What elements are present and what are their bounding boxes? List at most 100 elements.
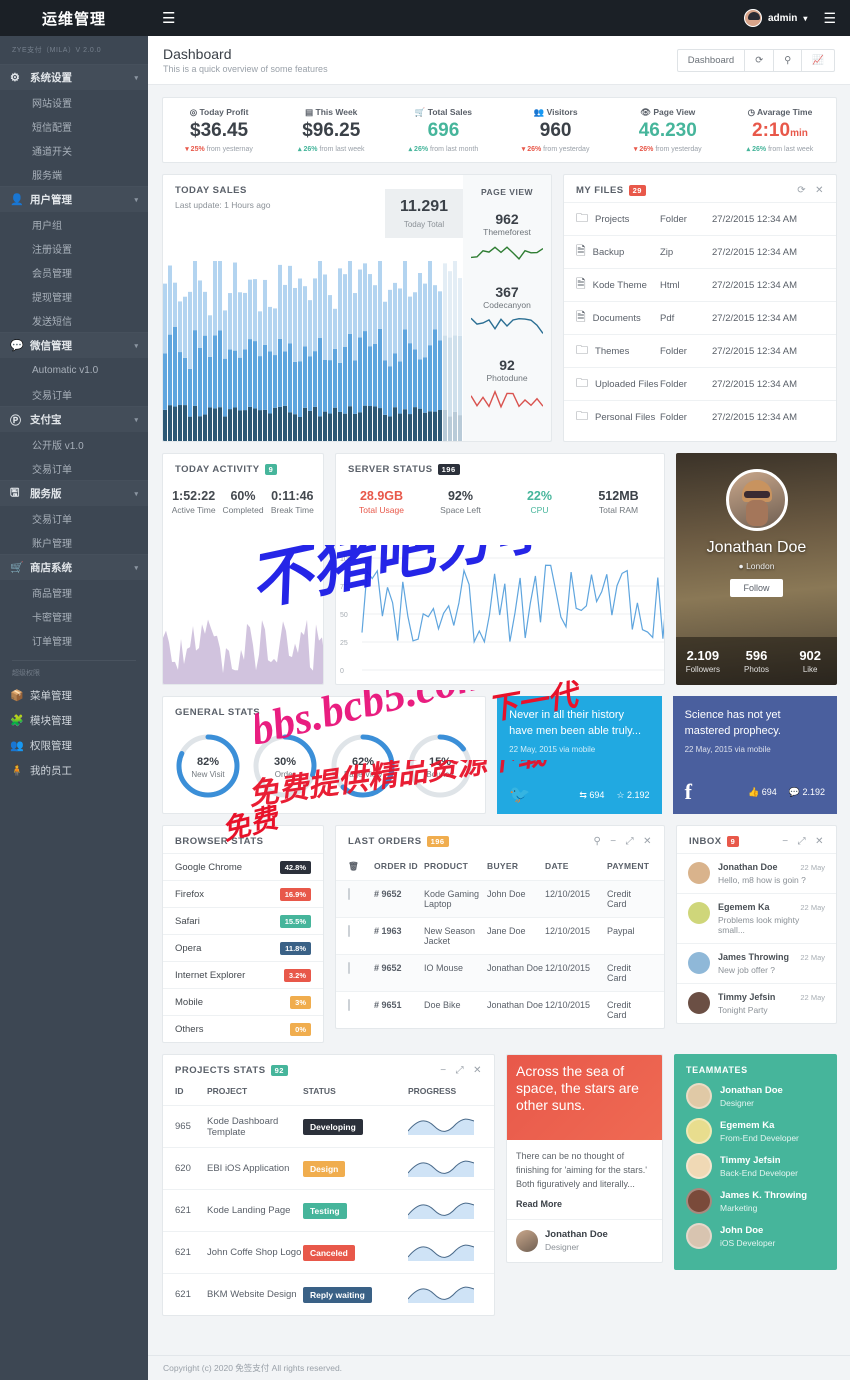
sidebar-subitem-0-3[interactable]: 服务端 — [0, 162, 148, 186]
sidebar-item-0[interactable]: ⚙ 系统设置 ▾ — [0, 65, 148, 90]
sidebar-subitem-1-4[interactable]: 发送短信 — [0, 308, 148, 332]
sidebar-subitem-2-0[interactable]: Automatic v1.0 — [0, 358, 148, 382]
progress-sparkline — [407, 1286, 475, 1304]
sidebar-subitem-0-0[interactable]: 网站设置 — [0, 90, 148, 114]
sidebar-item-extra-3[interactable]: 🧍 我的员工 — [0, 758, 148, 783]
teammate-row[interactable]: Jonathan Doe Designer — [686, 1083, 825, 1109]
sidebar-subitem-1-3[interactable]: 提现管理 — [0, 284, 148, 308]
trash-icon[interactable]: 🗑 — [348, 861, 374, 872]
teammate-row[interactable]: Egemem Ka From-End Developer — [686, 1118, 825, 1144]
sidebar-subitem-1-1[interactable]: 注册设置 — [0, 236, 148, 260]
file-name-cell: 🗀 Themes — [576, 341, 660, 362]
browser-row[interactable]: Opera 11.8% — [163, 934, 323, 961]
table-row[interactable]: 621 John Coffe Shop Logo Canceled — [163, 1231, 494, 1273]
article-headline: Across the sea of space, the stars are o… — [516, 1063, 639, 1113]
sidebar-subitem-4-0[interactable]: 交易订单 — [0, 506, 148, 530]
inbox-row[interactable]: Egemem Ka 22 May Problems look mighty smal… — [677, 893, 836, 943]
sidebar-subitem-3-0[interactable]: 公开版 v1.0 — [0, 432, 148, 456]
sidebar-subitem-2-1[interactable]: 交易订单 — [0, 382, 148, 406]
browser-row[interactable]: Others 0% — [163, 1015, 323, 1042]
browser-row[interactable]: Safari 15.5% — [163, 907, 323, 934]
panel-toggle-icon[interactable]: ☰ — [823, 10, 836, 27]
sidebar-subitem-5-1[interactable]: 卡密管理 — [0, 604, 148, 628]
table-row[interactable]: # 9652 IO Mouse Jonathan Doe 12/10/2015 Cred… — [336, 954, 664, 992]
file-row[interactable]: 🗀 Projects Folder 27/2/2015 12:34 AM — [564, 202, 836, 235]
close-icon[interactable]: ✕ — [815, 836, 824, 847]
dashboard-button[interactable]: Dashboard — [678, 49, 746, 71]
sidebar-subitem-1-0[interactable]: 用户组 — [0, 212, 148, 236]
file-row[interactable]: 🗀 Personal Files Folder 27/2/2015 12:34 AM — [564, 400, 836, 433]
expand-icon[interactable]: ⤢ — [626, 836, 635, 847]
profile-stat-2: 902 Like — [783, 648, 837, 674]
refresh-icon[interactable]: ⟳ — [797, 185, 806, 196]
inbox-row[interactable]: Timmy Jefsin 22 May Tonight Party — [677, 983, 836, 1023]
group-icon: 👥 — [10, 740, 24, 752]
browser-pct: 15.5% — [279, 914, 311, 928]
teammate-row[interactable]: Timmy Jefsin Back-End Developer — [686, 1153, 825, 1179]
sidebar-subitem-1-2[interactable]: 会员管理 — [0, 260, 148, 284]
table-row[interactable]: 621 Kode Landing Page Testing — [163, 1189, 494, 1231]
sidebar-item-1[interactable]: 👤 用户管理 ▾ — [0, 187, 148, 212]
teammate-text: Jonathan Doe Designer — [720, 1085, 783, 1108]
inbox-row[interactable]: James Throwing 22 May New job offer ? — [677, 943, 836, 983]
file-row[interactable]: 🗀 Themes Folder 27/2/2015 12:34 AM — [564, 334, 836, 367]
status-badge: Developing — [303, 1118, 363, 1135]
file-row[interactable]: 🗎 Kode Theme Html 27/2/2015 12:34 AM — [564, 268, 836, 301]
sidebar-subitem-5-0[interactable]: 商品管理 — [0, 580, 148, 604]
search-icon[interactable]: ⚲ — [593, 836, 601, 847]
expand-icon[interactable]: ⤢ — [798, 836, 807, 847]
table-row[interactable]: 620 EBI iOS Application Design — [163, 1147, 494, 1189]
sidebar-subitem-0-2[interactable]: 通道开关 — [0, 138, 148, 162]
table-row[interactable]: # 9652 Kode Gaming Laptop John Doe 12/10/20… — [336, 880, 664, 918]
user-menu[interactable]: admin ▾ — [743, 9, 807, 27]
search-icon[interactable]: ⚲ — [774, 49, 803, 71]
close-icon[interactable]: ✕ — [815, 185, 824, 196]
order-checkbox[interactable] — [348, 999, 350, 1012]
svg-text:82%: 82% — [197, 756, 219, 768]
minimize-icon[interactable]: − — [610, 836, 616, 847]
follow-button[interactable]: Follow — [730, 579, 783, 597]
close-icon[interactable]: ✕ — [473, 1065, 482, 1076]
minimize-icon[interactable]: − — [782, 836, 788, 847]
activity-metric-2: 0:11:46 Break Time — [268, 489, 317, 515]
file-row[interactable]: 🗎 Documents Pdf 27/2/2015 12:34 AM — [564, 301, 836, 334]
sidebar-item-5[interactable]: 🛒 商店系统 ▾ — [0, 555, 148, 580]
order-checkbox[interactable] — [348, 962, 350, 975]
hamburger-icon[interactable]: ☰ — [162, 9, 175, 27]
sidebar-item-extra-0[interactable]: 📦 菜单管理 — [0, 683, 148, 708]
file-row[interactable]: 🗎 Backup Zip 27/2/2015 12:34 AM — [564, 235, 836, 268]
table-row[interactable]: 965 Kode Dashboard Template Developing — [163, 1105, 494, 1147]
sidebar-item-2[interactable]: 💬 微信管理 ▾ — [0, 333, 148, 358]
file-row[interactable]: 🗀 Uploaded Files Folder 27/2/2015 12:34 AM — [564, 367, 836, 400]
teammate-row[interactable]: John Doe iOS Developer — [686, 1223, 825, 1249]
inbox-row[interactable]: Jonathan Doe 22 May Hello, m8 how is goin … — [677, 853, 836, 893]
sidebar-item-4[interactable]: 🖫 服务版 ▾ — [0, 481, 148, 506]
sidebar-subitem-5-2[interactable]: 订单管理 — [0, 628, 148, 652]
project-progress-cell — [407, 1115, 482, 1138]
sidebar-subitem-4-1[interactable]: 账户管理 — [0, 530, 148, 554]
server-metric-value: 22% — [526, 489, 553, 504]
teammate-row[interactable]: James K. Throwing Marketing — [686, 1188, 825, 1214]
browser-row[interactable]: Google Chrome 42.8% — [163, 853, 323, 880]
table-row[interactable]: 621 BKM Website Design Reply waiting — [163, 1273, 494, 1315]
order-checkbox[interactable] — [348, 888, 350, 901]
sidebar-subitem-0-1[interactable]: 短信配置 — [0, 114, 148, 138]
table-row[interactable]: # 9651 Doe Bike Jonathan Doe 12/10/2015 Cred… — [336, 991, 664, 1028]
sidebar-item-3[interactable]: Ⓟ 支付宝 ▾ — [0, 407, 148, 432]
read-more-link[interactable]: Read More — [516, 1199, 653, 1209]
expand-icon[interactable]: ⤢ — [456, 1065, 465, 1076]
browser-row[interactable]: Internet Explorer 3.2% — [163, 961, 323, 988]
cart-icon: 🛒 — [10, 562, 24, 574]
sidebar-item-extra-1[interactable]: 🧩 模块管理 — [0, 708, 148, 733]
table-row[interactable]: # 1963 New Season Jacket Jane Doe 12/10/201… — [336, 917, 664, 954]
sidebar-item-extra-2[interactable]: 👥 权限管理 — [0, 733, 148, 758]
sidebar-subitem-3-1[interactable]: 交易订单 — [0, 456, 148, 480]
close-icon[interactable]: ✕ — [643, 836, 652, 847]
order-checkbox[interactable] — [348, 925, 350, 938]
chart-icon[interactable]: 📈 — [802, 50, 834, 71]
refresh-icon[interactable]: ⟳ — [745, 49, 775, 71]
browser-row[interactable]: Mobile 3% — [163, 988, 323, 1015]
project-status-cell: Reply waiting — [303, 1286, 408, 1303]
browser-row[interactable]: Firefox 16.9% — [163, 880, 323, 907]
minimize-icon[interactable]: − — [440, 1065, 446, 1076]
